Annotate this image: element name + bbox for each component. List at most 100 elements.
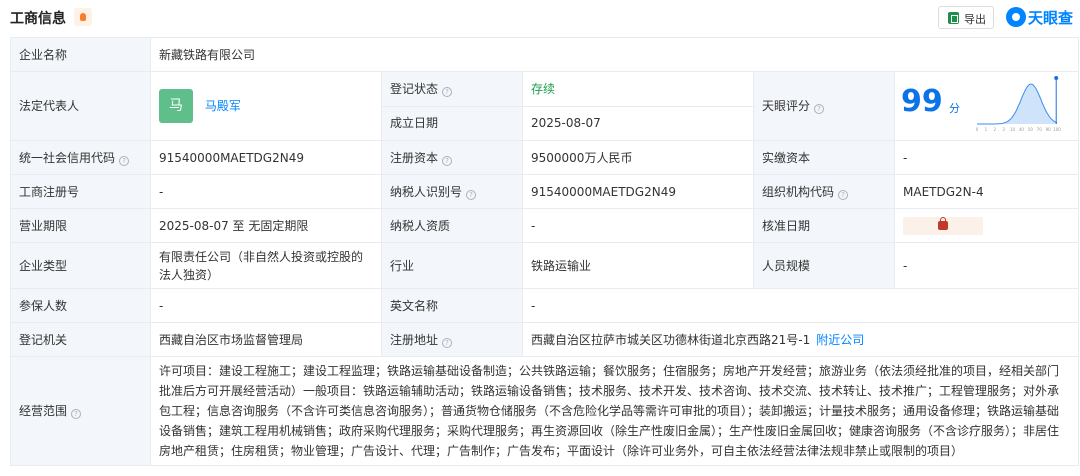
nearby-companies-link[interactable]: 附近公司 bbox=[816, 333, 864, 347]
score-label-cell: 天眼评分? bbox=[753, 71, 895, 141]
staff-size-value: - bbox=[893, 242, 1080, 289]
reg-status-value: 存续 bbox=[522, 71, 754, 107]
taxpayer-id-label-cell: 纳税人识别号? bbox=[381, 174, 523, 209]
table-row: 工商注册号 - 纳税人识别号? 91540000MAETDG2N49 组织机构代… bbox=[10, 174, 1080, 209]
score-value: 99 bbox=[901, 84, 943, 119]
help-icon[interactable]: ? bbox=[838, 189, 849, 200]
staff-size-label: 人员规模 bbox=[753, 242, 895, 289]
locked-field[interactable] bbox=[903, 216, 983, 235]
reg-capital-value: 9500000万人民币 bbox=[522, 140, 754, 175]
export-button[interactable]: 导出 bbox=[938, 6, 994, 29]
taxpayer-quality-label: 纳税人资质 bbox=[381, 208, 523, 243]
legal-rep-cell: 马 马殿军 bbox=[150, 71, 382, 141]
score-tick-label: 90 bbox=[1046, 127, 1052, 132]
address-value: 西藏自治区拉萨市城关区功德林街道北京西路21号-1 bbox=[531, 332, 811, 347]
company-name-label: 企业名称 bbox=[10, 37, 151, 72]
credit-code-value: 91540000MAETDG2N49 bbox=[150, 140, 382, 175]
score-tick-label: 1 bbox=[985, 127, 988, 132]
insured-label: 参保人数 bbox=[10, 288, 151, 323]
score-widget[interactable]: 99 分 0 1 2 3 10 40 50 70 90 100 bbox=[895, 72, 1078, 140]
company-name-value: 新藏铁路有限公司 bbox=[149, 37, 1080, 72]
taxpayer-id-value: 91540000MAETDG2N49 bbox=[522, 174, 754, 209]
table-row: 经营范围? 许可项目：建设工程施工；建设工程监理；铁路运输基础设备制造；公共铁路… bbox=[10, 356, 1080, 466]
term-value: 2025-08-07 至 无固定期限 bbox=[150, 208, 382, 243]
excel-icon bbox=[948, 12, 959, 24]
tianyancha-logo-icon bbox=[1006, 7, 1026, 27]
authority-value: 西藏自治区市场监督管理局 bbox=[150, 322, 382, 357]
section-title: 工商信息 bbox=[10, 11, 66, 27]
company-type-value: 有限责任公司（非自然人投资或控股的法人独资） bbox=[150, 242, 382, 289]
section-header: 工商信息 导出 天眼查 bbox=[0, 0, 1080, 34]
biz-reg-no-label: 工商注册号 bbox=[10, 174, 151, 209]
help-icon[interactable]: ? bbox=[466, 189, 477, 200]
org-code-value: MAETDG2N-4 bbox=[893, 174, 1080, 209]
status-badge: 存续 bbox=[531, 81, 556, 96]
taxpayer-id-label: 纳税人识别号 bbox=[390, 184, 463, 199]
term-label: 营业期限 bbox=[10, 208, 151, 243]
legal-rep-name-link[interactable]: 马殿军 bbox=[205, 99, 241, 113]
paid-capital-value: - bbox=[893, 140, 1080, 175]
table-row: 企业类型 有限责任公司（非自然人投资或控股的法人独资） 行业 铁路运输业 人员规… bbox=[10, 242, 1080, 289]
score-label: 天眼评分 bbox=[762, 99, 811, 113]
help-icon[interactable]: ? bbox=[442, 337, 453, 348]
credit-code-label-cell: 统一社会信用代码? bbox=[10, 140, 151, 175]
export-label: 导出 bbox=[964, 13, 986, 26]
score-distribution-chart: 0 1 2 3 10 40 50 70 90 100 bbox=[976, 76, 1061, 132]
score-tick-label: 50 bbox=[1028, 127, 1034, 132]
scope-label: 经营范围 bbox=[19, 404, 68, 418]
company-type-label: 企业类型 bbox=[10, 242, 151, 289]
approval-date-label: 核准日期 bbox=[753, 208, 895, 243]
legal-rep-label: 法定代表人 bbox=[10, 71, 151, 141]
score-unit: 分 bbox=[949, 102, 960, 115]
help-icon[interactable]: ? bbox=[119, 155, 130, 166]
insured-value: - bbox=[150, 288, 382, 323]
score-curve-area bbox=[977, 84, 1057, 124]
score-tick-label: 10 bbox=[1010, 127, 1016, 132]
english-name-label: 英文名称 bbox=[381, 288, 523, 323]
table-row: 营业期限 2025-08-07 至 无固定期限 纳税人资质 - 核准日期 bbox=[10, 208, 1080, 243]
authority-label: 登记机关 bbox=[10, 322, 151, 357]
approval-date-value bbox=[893, 208, 1080, 243]
table-row: 法定代表人 马 马殿军 登记状态? 存续 天眼评分? 99 分 0 1 2 3 10 40… bbox=[10, 71, 1080, 141]
org-code-label-cell: 组织机构代码? bbox=[753, 174, 895, 209]
industry-label: 行业 bbox=[381, 242, 523, 289]
table-row: 登记机关 西藏自治区市场监督管理局 注册地址? 西藏自治区拉萨市城关区功德林街道… bbox=[10, 322, 1080, 357]
address-label-cell: 注册地址? bbox=[381, 322, 523, 357]
scope-label-cell: 经营范围? bbox=[10, 356, 151, 466]
help-icon[interactable]: ? bbox=[442, 155, 453, 166]
reg-capital-label: 注册资本 bbox=[390, 150, 439, 165]
help-icon[interactable]: ? bbox=[442, 86, 453, 97]
scope-value: 许可项目：建设工程施工；建设工程监理；铁路运输基础设备制造；公共铁路运输；餐饮服… bbox=[149, 356, 1080, 466]
established-label: 成立日期 bbox=[381, 105, 523, 141]
score-tick-label: 100 bbox=[1053, 127, 1061, 132]
score-tick-label: 70 bbox=[1037, 127, 1043, 132]
flame-badge-icon bbox=[74, 8, 92, 26]
avatar[interactable]: 马 bbox=[159, 89, 193, 123]
score-tick-label: 40 bbox=[1019, 127, 1025, 132]
score-tick-label: 0 bbox=[976, 127, 979, 132]
reg-status-label-cell: 登记状态? bbox=[381, 71, 523, 107]
brand-name: 天眼查 bbox=[1028, 9, 1074, 27]
reg-capital-label-cell: 注册资本? bbox=[381, 140, 523, 175]
table-row: 统一社会信用代码? 91540000MAETDG2N49 注册资本? 95000… bbox=[10, 140, 1080, 175]
biz-reg-no-value: - bbox=[150, 174, 382, 209]
business-info-table: 企业名称 新藏铁路有限公司 法定代表人 马 马殿军 登记状态? 存续 天眼评分?… bbox=[10, 37, 1080, 466]
address-cell: 西藏自治区拉萨市城关区功德林街道北京西路21号-1 附近公司 bbox=[521, 322, 1080, 357]
table-row: 企业名称 新藏铁路有限公司 bbox=[10, 37, 1080, 72]
score-tick-label: 2 bbox=[994, 127, 997, 132]
credit-code-label: 统一社会信用代码 bbox=[19, 150, 116, 165]
reg-status-label: 登记状态 bbox=[390, 81, 439, 96]
english-name-value: - bbox=[521, 288, 1080, 323]
score-tick-label: 3 bbox=[1002, 127, 1005, 132]
help-icon[interactable]: ? bbox=[814, 104, 825, 114]
address-label: 注册地址 bbox=[390, 332, 439, 347]
table-row: 参保人数 - 英文名称 - bbox=[10, 288, 1080, 323]
score-marker-dot bbox=[1054, 76, 1059, 80]
established-value: 2025-08-07 bbox=[522, 105, 754, 141]
help-icon[interactable]: ? bbox=[71, 409, 82, 419]
industry-value: 铁路运输业 bbox=[522, 242, 754, 289]
score-cell[interactable]: 99 分 0 1 2 3 10 40 50 70 90 100 bbox=[893, 71, 1080, 141]
org-code-label: 组织机构代码 bbox=[762, 184, 835, 199]
taxpayer-quality-value: - bbox=[522, 208, 754, 243]
lock-icon bbox=[938, 216, 948, 230]
